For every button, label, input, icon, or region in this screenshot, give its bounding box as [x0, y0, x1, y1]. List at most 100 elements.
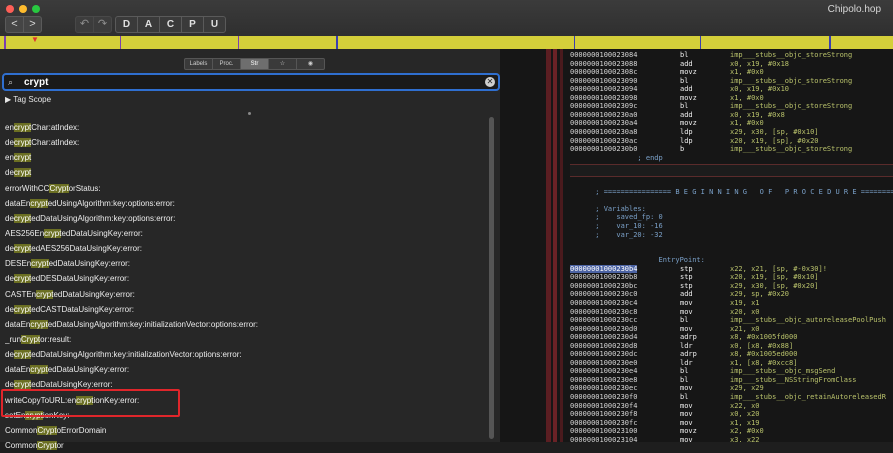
- asm-comment-line[interactable]: ; ================ B E G I N N I N G O F…: [570, 188, 893, 197]
- left-sidebar: Labels Proc. Str ☆ ◉ ⌕ ✕ ▶ Tag Scope enc…: [0, 49, 500, 450]
- navbar-marker: [829, 36, 831, 49]
- string-result-item[interactable]: decryptedCASTDataUsingKey:error:: [5, 302, 485, 317]
- asm-address: 00000001000230bc: [570, 281, 638, 290]
- search-icon[interactable]: ⌕: [8, 75, 13, 89]
- string-result-item[interactable]: decryptedDataUsingAlgorithm:key:options:…: [5, 211, 485, 226]
- asm-comment-line[interactable]: ; var_20: -32: [570, 231, 662, 240]
- string-result-item[interactable]: CommonCryptor: [5, 438, 485, 453]
- string-result-item[interactable]: dataEncryptedDataUsingKey:error:: [5, 362, 485, 377]
- string-segment: de: [5, 213, 14, 223]
- string-segment: edDESDataUsingKey:error:: [31, 274, 130, 284]
- string-segment: Common: [5, 440, 38, 450]
- tag-scope-disclosure[interactable]: ▶ Tag Scope: [5, 95, 51, 104]
- string-segment: en: [5, 153, 14, 163]
- redo-button[interactable]: ↷: [93, 17, 111, 32]
- search-match-highlight: Crypt: [37, 440, 57, 450]
- mode-p-button[interactable]: P: [181, 17, 203, 32]
- procedure-separator: [570, 164, 893, 178]
- undo-redo-group: ↶ ↷: [75, 16, 112, 33]
- asm-address: 0000000100023094: [570, 85, 638, 94]
- search-match-highlight: crypt: [30, 198, 48, 208]
- gutter-column: [560, 49, 563, 442]
- asm-address: 000000010002308c: [570, 68, 638, 77]
- string-result-item[interactable]: decryptedDataUsingAlgorithm:key:initiali…: [5, 347, 485, 362]
- mode-u-button[interactable]: U: [203, 17, 225, 32]
- string-segment: oErrorDomain: [56, 425, 107, 435]
- asm-address: 0000000100023100: [570, 427, 638, 436]
- tab-procedures[interactable]: Proc.: [212, 59, 240, 69]
- string-result-item[interactable]: encryptChar:atIndex:: [5, 120, 485, 135]
- search-match-highlight: crypt: [13, 138, 32, 148]
- segment-navigation-bar[interactable]: ▼: [0, 36, 893, 49]
- string-segment: de: [5, 168, 14, 178]
- string-segment: de: [5, 350, 14, 360]
- string-segment: edDataUsingKey:error:: [53, 289, 135, 299]
- string-result-item[interactable]: CommonCryptoErrorDomain: [5, 423, 485, 438]
- asm-mnemonic: mov: [680, 435, 693, 442]
- clear-search-icon[interactable]: ✕: [485, 77, 495, 87]
- string-segment: dataEn: [5, 319, 31, 329]
- close-window-button[interactable]: [6, 5, 14, 13]
- search-match-highlight: crypt: [13, 213, 32, 223]
- string-result-item[interactable]: decryptChar:atIndex:: [5, 135, 485, 150]
- string-result-item[interactable]: decrypt: [5, 165, 485, 180]
- search-match-highlight: crypt: [44, 228, 62, 238]
- zoom-window-button[interactable]: [32, 5, 40, 13]
- string-segment: dataEn: [5, 198, 31, 208]
- string-result-item[interactable]: AES256EncryptedDataUsingKey:error:: [5, 226, 485, 241]
- string-result-item[interactable]: dataEncryptedUsingAlgorithm:key:options:…: [5, 196, 485, 211]
- search-match-highlight: crypt: [13, 350, 32, 360]
- string-segment: dataEn: [5, 365, 31, 375]
- string-segment: en: [5, 123, 14, 132]
- string-segment: or: [56, 440, 64, 450]
- tab-labels[interactable]: Labels: [185, 59, 212, 69]
- mode-d-button[interactable]: D: [116, 17, 137, 32]
- asm-address: 00000001000230d8: [570, 341, 638, 350]
- tab-strings[interactable]: Str: [240, 59, 268, 69]
- string-result-item[interactable]: CASTEncryptedDataUsingKey:error:: [5, 287, 485, 302]
- navbar-marker: [336, 36, 338, 49]
- tab-bookmarks[interactable]: ☆: [268, 59, 296, 69]
- string-result-item[interactable]: encrypt: [5, 150, 485, 165]
- string-result-item[interactable]: _runCryptor:result:: [5, 332, 485, 347]
- navbar-marker: [574, 36, 575, 49]
- string-result-item[interactable]: decryptedDESDataUsingKey:error:: [5, 271, 485, 286]
- string-segment: Char:atIndex:: [31, 138, 80, 148]
- string-segment: DESEn: [5, 259, 32, 269]
- string-segment: edDataUsingAlgorithm:key:initializationV…: [31, 350, 242, 360]
- navbar-marker: [238, 36, 239, 49]
- mode-a-button[interactable]: A: [137, 17, 159, 32]
- minimize-window-button[interactable]: [19, 5, 27, 13]
- asm-comment-line[interactable]: ; endp: [570, 154, 662, 163]
- forward-button[interactable]: >: [23, 17, 41, 32]
- asm-operands: imp___stubs__objc_storeStrong: [730, 145, 853, 154]
- string-result-item[interactable]: errorWithCCCryptorStatus:: [5, 181, 485, 196]
- search-input[interactable]: [24, 75, 464, 89]
- string-segment: or:result:: [40, 334, 72, 344]
- search-match-highlight: crypt: [13, 153, 32, 163]
- window-title: Chipolo.hop: [827, 4, 881, 15]
- asm-address: 00000001000230b4: [570, 264, 638, 273]
- display-mode-selector: D A C P U: [115, 16, 226, 33]
- asm-address: 00000001000230e8: [570, 375, 638, 384]
- string-result-item[interactable]: dataEncryptedDataUsingAlgorithm:key:init…: [5, 317, 485, 332]
- string-segment: edDataUsingAlgorithm:key:options:error:: [31, 213, 176, 223]
- asm-address: 00000001000230c0: [570, 290, 638, 299]
- asm-instruction-line[interactable]: 0000000100023104 mov x3, x22: [570, 436, 760, 442]
- search-match-highlight: crypt: [30, 365, 48, 375]
- loading-indicator-icon: [248, 112, 251, 115]
- back-button[interactable]: <: [6, 17, 23, 32]
- navbar-marker: [120, 36, 121, 49]
- mode-c-button[interactable]: C: [159, 17, 181, 32]
- asm-address: 00000001000230a0: [570, 110, 638, 119]
- string-result-item[interactable]: decryptedAES256DataUsingKey:error:: [5, 241, 485, 256]
- tab-tags[interactable]: ◉: [296, 59, 324, 69]
- asm-comment: EntryPoint:: [570, 256, 705, 265]
- string-result-item[interactable]: DESEncryptedDataUsingKey:error:: [5, 256, 485, 271]
- undo-button[interactable]: ↶: [76, 17, 93, 32]
- string-segment: de: [5, 304, 14, 314]
- string-segment: de: [5, 244, 14, 254]
- list-scrollbar[interactable]: [489, 117, 494, 439]
- asm-comment: ; var_10: -16: [570, 222, 663, 230]
- asm-address: 00000001000230ec: [570, 384, 638, 393]
